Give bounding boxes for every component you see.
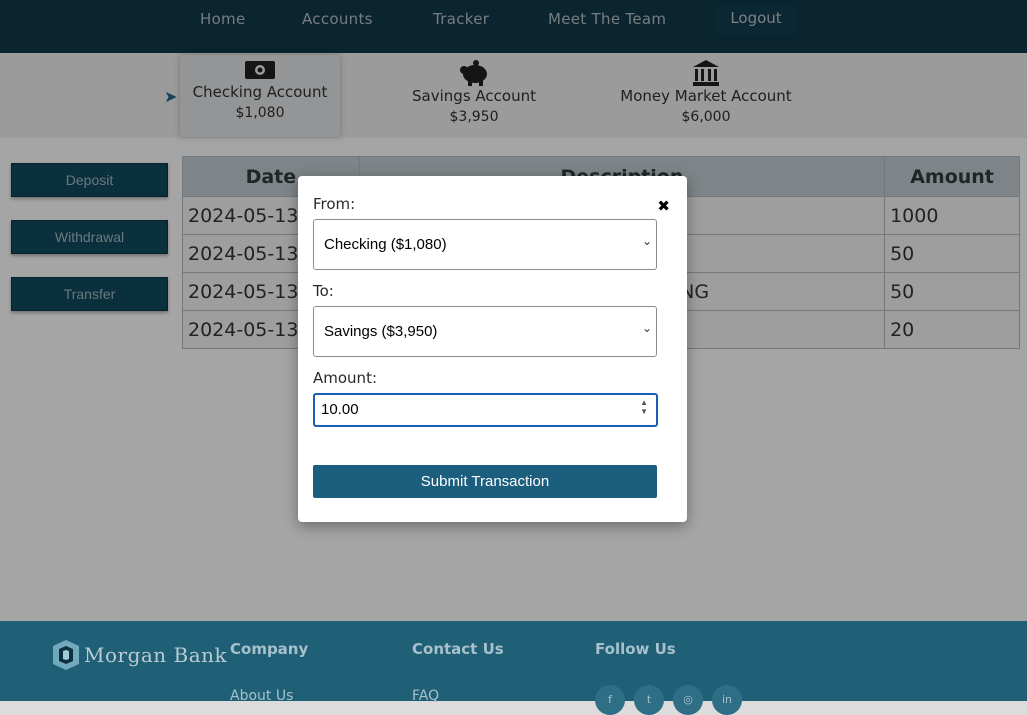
brand-name: Morgan Bank (84, 643, 228, 667)
to-account-select[interactable]: Savings ($3,950) ⌄ (313, 306, 657, 357)
submit-transaction-button[interactable]: Submit Transaction (313, 465, 657, 498)
from-account-select[interactable]: Checking ($1,080) ⌄ (313, 219, 657, 270)
from-label: From: (313, 195, 356, 213)
to-label: To: (313, 282, 334, 300)
from-account-value: Checking ($1,080) (324, 236, 447, 253)
amount-input[interactable]: 10.00 ▲ ▼ (313, 393, 658, 427)
chevron-down-icon: ⌄ (641, 321, 652, 335)
to-account-value: Savings ($3,950) (324, 323, 438, 340)
transfer-modal: From: ✖ Checking ($1,080) ⌄ To: Savings … (298, 176, 687, 522)
facebook-icon[interactable]: f (595, 685, 625, 715)
morgan-bank-logo-icon (53, 640, 79, 670)
linkedin-icon[interactable]: in (712, 685, 742, 715)
chevron-down-icon: ⌄ (641, 234, 652, 248)
footer-heading-company: Company (230, 640, 309, 658)
footer-link-faq[interactable]: FAQ (412, 688, 439, 704)
amount-label: Amount: (313, 369, 377, 387)
footer-heading-contact: Contact Us (412, 640, 504, 658)
footer-heading-follow: Follow Us (595, 640, 676, 658)
close-icon[interactable]: ✖ (657, 197, 670, 215)
number-spinner-icon[interactable]: ▲ ▼ (640, 398, 648, 416)
footer: Morgan Bank Company Contact Us Follow Us… (0, 621, 1027, 715)
amount-value: 10.00 (321, 401, 359, 418)
instagram-icon[interactable]: ◎ (673, 685, 703, 715)
twitter-icon[interactable]: t (634, 685, 664, 715)
footer-link-about[interactable]: About Us (230, 688, 293, 704)
